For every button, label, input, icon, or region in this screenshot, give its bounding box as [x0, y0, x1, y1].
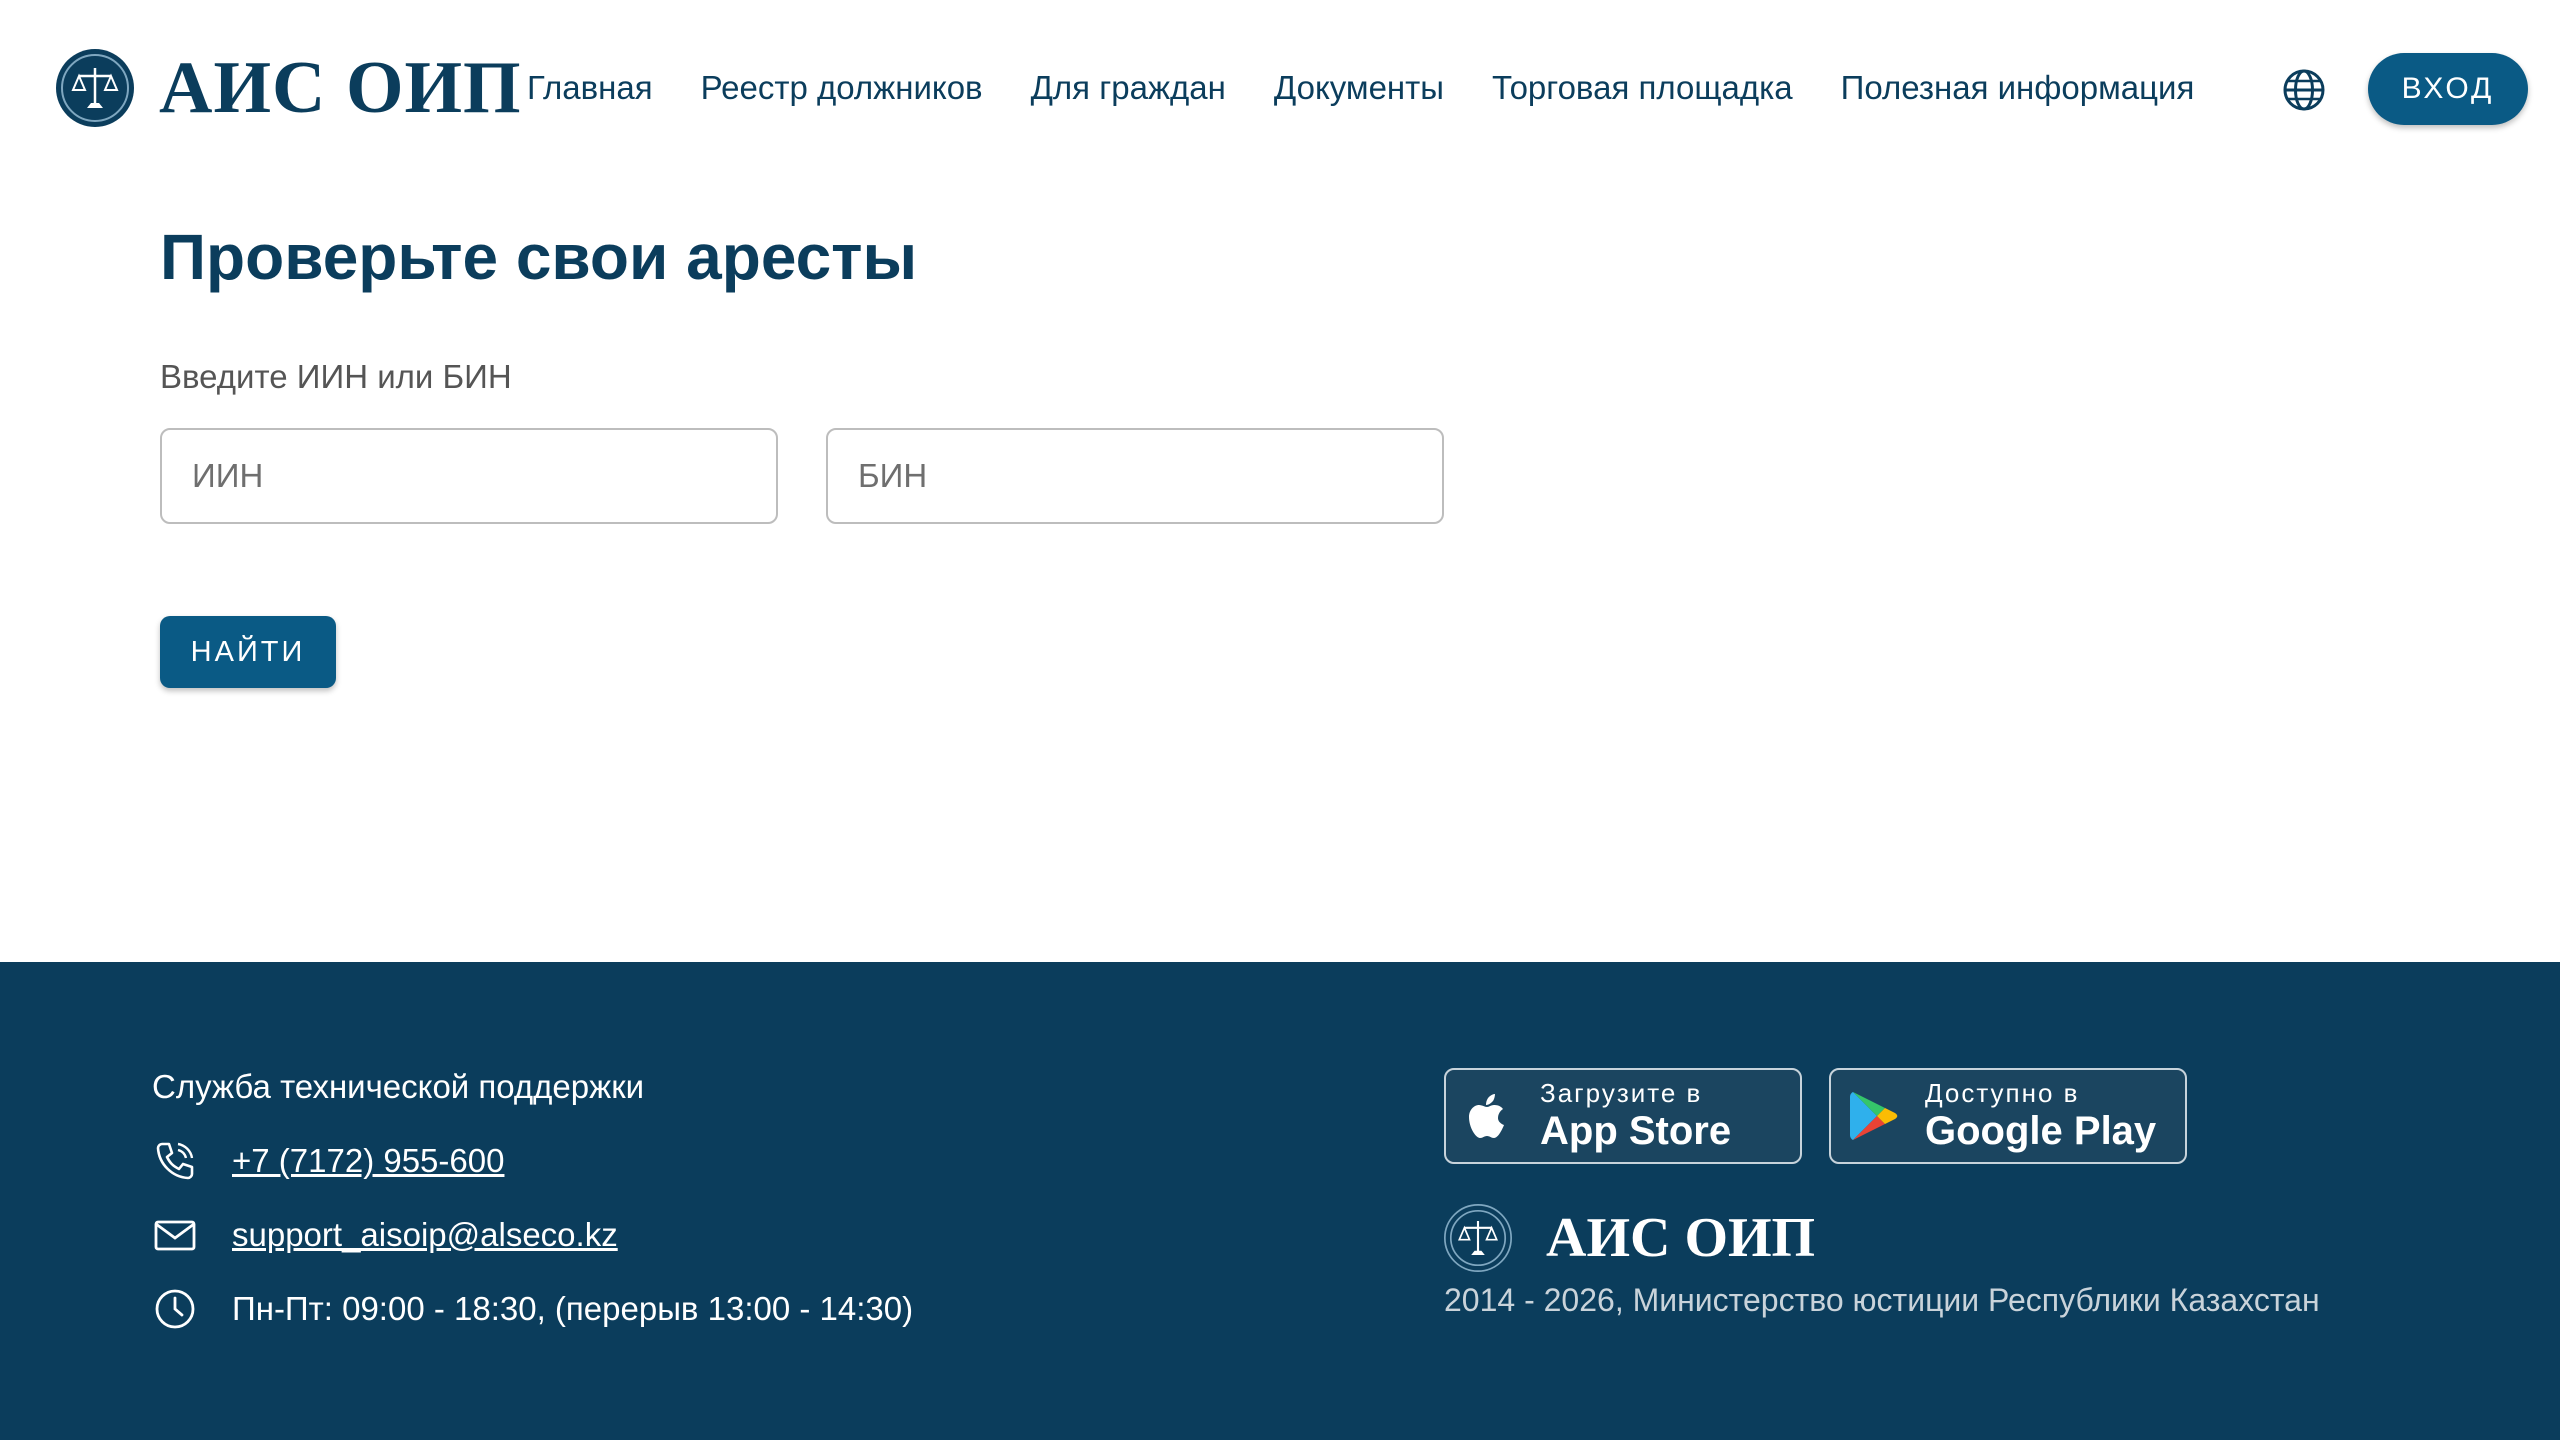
nav-item-for-citizens[interactable]: Для граждан — [1031, 60, 1226, 116]
google-play-big-label: Google Play — [1925, 1109, 2157, 1153]
phone-link[interactable]: +7 (7172) 955-600 — [232, 1142, 504, 1180]
nav-item-useful-info[interactable]: Полезная информация — [1841, 60, 2195, 116]
page-title: Проверьте свои аресты — [160, 221, 918, 293]
login-button[interactable]: ВХОД — [2368, 53, 2528, 125]
google-play-text: Доступно в Google Play — [1925, 1078, 2156, 1154]
phone-icon — [156, 1142, 194, 1180]
iin-input[interactable] — [160, 428, 778, 524]
contact-phone-row: +7 (7172) 955-600 — [152, 1138, 504, 1184]
copyright: 2014 - 2026, Министерство юстиции Респуб… — [1444, 1282, 2320, 1318]
nav-item-home[interactable]: Главная — [527, 60, 653, 116]
app-store-small-label: Загрузите в — [1540, 1078, 1703, 1108]
apple-icon — [1469, 1094, 1504, 1138]
mail-icon — [154, 1220, 196, 1251]
app-store-text: Загрузите в App Store — [1540, 1078, 1731, 1154]
footer-logo-text: АИС ОИП — [1546, 1207, 1816, 1269]
footer: Служба технической поддержки +7 (7172) 9… — [0, 962, 2560, 1440]
logo[interactable]: АИС ОИП — [55, 48, 522, 128]
header: АИС ОИП Главная Реестр должников Для гра… — [0, 0, 2560, 180]
app-store-button[interactable]: Загрузите в App Store — [1444, 1068, 1802, 1164]
app-store-big-label: App Store — [1540, 1109, 1732, 1153]
google-play-button[interactable]: Доступно в Google Play — [1829, 1068, 2187, 1164]
scales-emblem-icon — [1444, 1204, 1512, 1272]
globe-icon[interactable] — [2282, 68, 2326, 112]
google-play-icon — [1850, 1092, 1898, 1140]
working-hours: Пн-Пт: 09:00 - 18:30, (перерыв 13:00 - 1… — [232, 1290, 914, 1327]
clock-icon — [155, 1289, 195, 1329]
email-link[interactable]: support_aisoip@alseco.kz — [232, 1216, 618, 1254]
contact-mail-row: support_aisoip@alseco.kz — [152, 1212, 618, 1258]
footer-logo: АИС ОИП — [1444, 1204, 1815, 1272]
nav-item-debtors-registry[interactable]: Реестр должников — [701, 60, 983, 116]
bin-input[interactable] — [826, 428, 1444, 524]
contact-hours-row: Пн-Пт: 09:00 - 18:30, (перерыв 13:00 - 1… — [152, 1286, 913, 1332]
nav-item-documents[interactable]: Документы — [1274, 60, 1444, 116]
support-title: Служба технической поддержки — [152, 1068, 645, 1105]
logo-text: АИС ОИП — [159, 47, 522, 129]
nav-item-marketplace[interactable]: Торговая площадка — [1492, 60, 1793, 116]
search-button[interactable]: НАЙТИ — [160, 616, 336, 688]
google-play-small-label: Доступно в — [1925, 1078, 2080, 1108]
main-nav: Главная Реестр должников Для граждан Док… — [527, 60, 2242, 116]
scales-emblem-icon — [56, 49, 134, 127]
iin-bin-label: Введите ИИН или БИН — [160, 358, 512, 395]
